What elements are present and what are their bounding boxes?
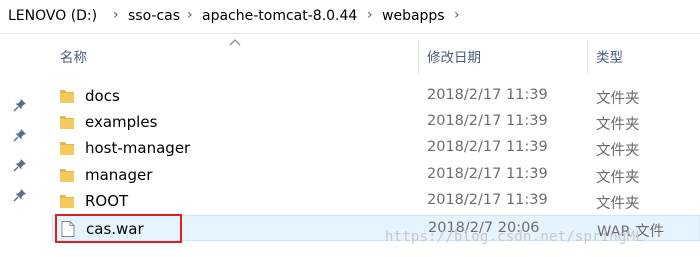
file-date: 2018/2/17 11:39 (427, 192, 548, 208)
breadcrumb-webapps[interactable]: webapps (382, 8, 445, 24)
folder-icon (60, 116, 74, 129)
breadcrumb-sso-cas[interactable]: sso-cas (128, 8, 180, 24)
breadcrumb-separator[interactable]: › (113, 7, 119, 23)
breadcrumb-dropdown-chevron[interactable]: › (454, 7, 460, 23)
file-name: ROOT (85, 192, 129, 210)
file-date: 2018/2/17 11:39 (427, 87, 548, 103)
file-row-host-manager[interactable]: host-manager 2018/2/17 11:39 文件夹 (52, 135, 700, 161)
file-row-root[interactable]: ROOT 2018/2/17 11:39 文件夹 (52, 188, 700, 214)
highlight-annotation-box (55, 214, 182, 243)
file-row-manager[interactable]: manager 2018/2/17 11:39 文件夹 (52, 162, 700, 188)
file-date: 2018/2/17 11:39 (427, 166, 548, 182)
column-divider[interactable] (418, 40, 419, 74)
pin-icon[interactable] (13, 98, 27, 112)
pin-icon[interactable] (13, 158, 27, 172)
column-header-name[interactable]: 名称 (60, 46, 87, 70)
column-divider[interactable] (587, 40, 588, 74)
file-row-examples[interactable]: examples 2018/2/17 11:39 文件夹 (52, 109, 700, 135)
folder-icon (60, 90, 74, 103)
file-name: host-manager (85, 139, 191, 157)
file-type: 文件夹 (596, 117, 640, 133)
file-type: 文件夹 (596, 91, 640, 107)
file-name: docs (85, 87, 120, 105)
file-date: 2018/2/17 11:39 (427, 139, 548, 155)
column-header-type[interactable]: 类型 (596, 46, 623, 70)
folder-icon (60, 169, 74, 182)
breadcrumb-separator[interactable]: › (367, 7, 373, 23)
breadcrumb-separator[interactable]: › (187, 7, 193, 23)
sort-ascending-icon (229, 39, 241, 46)
column-header-date[interactable]: 修改日期 (427, 46, 481, 70)
breadcrumb-drive[interactable]: LENOVO (D:) (8, 8, 97, 24)
file-type: 文件夹 (596, 170, 640, 186)
watermark-text: https://blog.csdn.net/springML (385, 229, 644, 245)
file-row-docs[interactable]: docs 2018/2/17 11:39 文件夹 (52, 83, 700, 109)
file-date: 2018/2/17 11:39 (427, 113, 548, 129)
file-type: 文件夹 (596, 196, 640, 212)
folder-icon (60, 142, 74, 155)
address-bar[interactable]: LENOVO (D:) › sso-cas › apache-tomcat-8.… (0, 0, 700, 34)
folder-icon (60, 195, 74, 208)
file-name: manager (85, 166, 153, 184)
pin-icon[interactable] (13, 128, 27, 142)
pin-icon[interactable] (13, 188, 27, 202)
file-name: examples (85, 113, 158, 131)
file-type: 文件夹 (596, 143, 640, 159)
breadcrumb-tomcat[interactable]: apache-tomcat-8.0.44 (202, 8, 357, 24)
